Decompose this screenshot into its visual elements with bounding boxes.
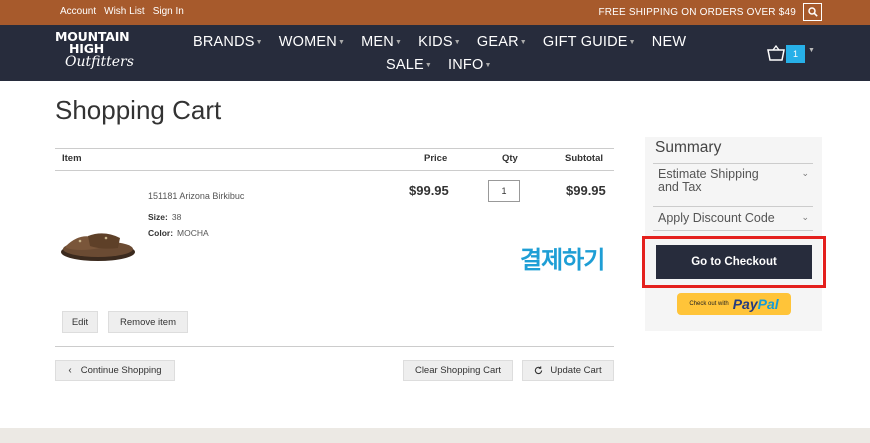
nav-row-1: BRANDS▼ WOMEN▼ MEN▼ KIDS▼ GEAR▼ GIFT GUI… — [193, 34, 686, 50]
product-name[interactable]: 151181 Arizona Birkibuc — [148, 191, 244, 201]
update-cart-button[interactable]: Update Cart — [522, 360, 614, 381]
nav-label: MEN — [361, 34, 394, 50]
quantity-input[interactable]: 1 — [488, 180, 520, 202]
color-label: Color: — [148, 228, 174, 238]
top-bar: Account Wish List Sign In FREE SHIPPING … — [0, 0, 870, 25]
apply-discount-toggle[interactable]: Apply Discount Code — [658, 212, 775, 225]
main-nav: MOUNTAIN HIGH Outfitters BRANDS▼ WOMEN▼ … — [0, 25, 870, 81]
continue-shopping-label: Continue Shopping — [80, 365, 162, 376]
nav-row-2: SALE▼ INFO▼ — [386, 57, 492, 73]
chevron-down-icon: ▼ — [628, 39, 636, 46]
chevron-down-icon: ▼ — [337, 39, 346, 46]
chevron-down-icon: ▼ — [519, 39, 527, 46]
go-to-checkout-button[interactable]: Go to Checkout — [656, 245, 812, 279]
column-header-qty: Qty — [502, 153, 518, 164]
nav-item-gear[interactable]: GEAR▼ — [477, 34, 527, 50]
search-icon — [807, 7, 818, 17]
paypal-caption: Check out with — [689, 301, 729, 307]
account-links: Account Wish List Sign In — [60, 6, 184, 17]
site-logo[interactable]: MOUNTAIN HIGH Outfitters — [55, 30, 137, 75]
continue-shopping-button[interactable]: ‹ Continue Shopping — [55, 360, 175, 381]
size-label: Size: — [148, 212, 168, 222]
column-header-price: Price — [424, 153, 448, 164]
estimate-shipping-label-2: and Tax — [658, 180, 702, 194]
footer — [0, 428, 870, 443]
summary-divider — [653, 230, 813, 231]
refresh-icon — [535, 366, 543, 375]
account-link[interactable]: Account — [60, 6, 96, 17]
nav-label: WOMEN — [278, 34, 337, 50]
product-size: Size: 38 — [148, 212, 181, 222]
column-header-item: Item — [62, 153, 82, 164]
nav-label: GIFT GUIDE — [542, 34, 628, 50]
logo-line-3: Outfitters — [65, 54, 134, 70]
cart-count-badge[interactable]: 1 — [786, 45, 805, 63]
nav-item-sale[interactable]: SALE▼ — [386, 57, 432, 73]
color-value: MOCHA — [177, 228, 209, 238]
edit-item-button[interactable]: Edit — [62, 311, 98, 333]
chevron-down-icon: ▼ — [424, 62, 433, 69]
item-subtotal: $99.95 — [566, 183, 606, 198]
summary-divider — [653, 206, 813, 207]
chevron-down-icon[interactable]: ▼ — [808, 47, 815, 54]
remove-item-button[interactable]: Remove item — [108, 311, 188, 333]
paypal-logo-pay: Pay — [732, 296, 758, 312]
chevron-down-icon[interactable]: ⌄ — [801, 168, 809, 179]
chevron-down-icon: ▼ — [394, 39, 403, 46]
update-cart-label: Update Cart — [550, 365, 602, 376]
paypal-logo-pal: Pal — [757, 296, 779, 312]
nav-item-brands[interactable]: BRANDS▼ — [193, 34, 263, 50]
search-button[interactable] — [803, 3, 822, 21]
summary-title: Summary — [655, 139, 722, 156]
sign-in-link[interactable]: Sign In — [153, 6, 184, 17]
paypal-checkout-button[interactable]: Check out with PayPal — [677, 293, 791, 315]
product-image[interactable] — [60, 224, 136, 264]
cart-icon[interactable] — [767, 45, 785, 61]
chevron-down-icon: ▼ — [255, 39, 263, 46]
size-value: 38 — [171, 212, 182, 222]
nav-label: NEW — [651, 34, 687, 50]
nav-item-men[interactable]: MEN▼ — [361, 34, 402, 50]
chevron-down-icon[interactable]: ⌄ — [801, 212, 809, 223]
free-shipping-banner: FREE SHIPPING ON ORDERS OVER $49 — [598, 7, 796, 18]
column-header-subtotal: Subtotal — [565, 153, 603, 164]
nav-label: SALE — [386, 57, 424, 73]
nav-label: GEAR — [476, 34, 519, 50]
page-title: Shopping Cart — [55, 95, 222, 125]
chevron-left-icon: ‹ — [68, 365, 72, 376]
nav-item-kids[interactable]: KIDS▼ — [418, 34, 461, 50]
summary-divider — [653, 163, 813, 164]
nav-item-gift-guide[interactable]: GIFT GUIDE▼ — [543, 34, 636, 50]
chevron-down-icon: ▼ — [453, 39, 461, 46]
nav-item-new[interactable]: NEW — [652, 34, 686, 50]
product-color: Color: MOCHA — [148, 228, 209, 238]
nav-item-info[interactable]: INFO▼ — [448, 57, 492, 73]
chevron-down-icon: ▼ — [484, 62, 492, 69]
nav-label: INFO — [448, 57, 484, 73]
paypal-logo: PayPal — [733, 296, 779, 312]
nav-label: BRANDS — [193, 34, 255, 50]
nav-label: KIDS — [418, 34, 453, 50]
wish-list-link[interactable]: Wish List — [104, 6, 145, 17]
table-divider — [55, 346, 614, 347]
table-divider — [55, 170, 614, 171]
clear-cart-button[interactable]: Clear Shopping Cart — [403, 360, 513, 381]
item-price: $99.95 — [409, 183, 449, 198]
checkout-annotation-label: 결제하기 — [520, 246, 605, 274]
estimate-shipping-toggle[interactable]: Estimate Shipping and Tax — [658, 168, 759, 194]
table-divider — [55, 148, 614, 149]
nav-item-women[interactable]: WOMEN▼ — [279, 34, 345, 50]
